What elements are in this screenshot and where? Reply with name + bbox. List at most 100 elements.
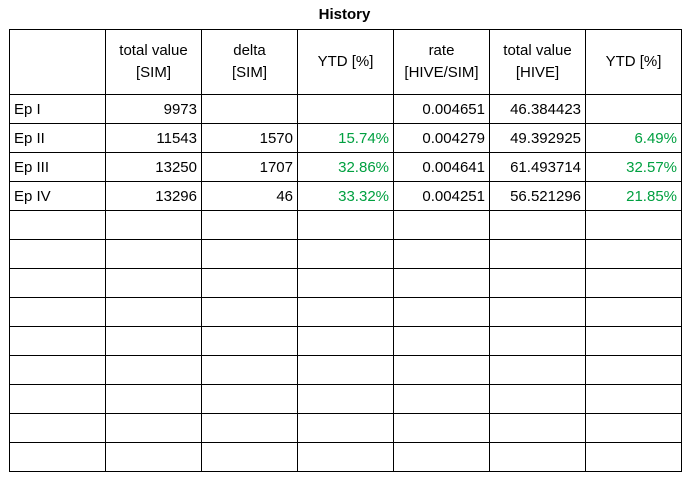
- empty-cell[interactable]: [9, 442, 106, 472]
- empty-cell[interactable]: [393, 268, 490, 298]
- empty-cell[interactable]: [297, 326, 394, 356]
- empty-cell[interactable]: [105, 384, 202, 414]
- empty-cell[interactable]: [9, 326, 106, 356]
- header-total-value-hive[interactable]: total value [HIVE]: [489, 29, 586, 95]
- ytd-sim-cell[interactable]: [297, 94, 394, 124]
- empty-cell[interactable]: [105, 413, 202, 443]
- empty-cell[interactable]: [201, 442, 298, 472]
- header-ytd-hive[interactable]: YTD [%]: [585, 29, 682, 95]
- empty-cell[interactable]: [393, 384, 490, 414]
- empty-cell[interactable]: [201, 413, 298, 443]
- header-corner-cell[interactable]: [9, 29, 106, 95]
- empty-cell[interactable]: [105, 239, 202, 269]
- total-hive-cell[interactable]: 56.521296: [489, 181, 586, 211]
- empty-cell[interactable]: [393, 210, 490, 240]
- ytd-hive-cell[interactable]: [585, 94, 682, 124]
- empty-cell[interactable]: [297, 442, 394, 472]
- empty-cell[interactable]: [297, 413, 394, 443]
- empty-cell[interactable]: [489, 268, 586, 298]
- empty-cell[interactable]: [105, 268, 202, 298]
- empty-cell[interactable]: [489, 210, 586, 240]
- ytd-sim-cell[interactable]: 33.32%: [297, 181, 394, 211]
- empty-cell[interactable]: [9, 210, 106, 240]
- rate-cell[interactable]: 0.004279: [393, 123, 490, 153]
- empty-cell[interactable]: [201, 384, 298, 414]
- ytd-hive-cell[interactable]: 21.85%: [585, 181, 682, 211]
- empty-cell[interactable]: [297, 355, 394, 385]
- empty-cell[interactable]: [297, 210, 394, 240]
- empty-cell[interactable]: [393, 413, 490, 443]
- empty-cell[interactable]: [585, 239, 682, 269]
- empty-cell[interactable]: [201, 239, 298, 269]
- empty-cell[interactable]: [585, 442, 682, 472]
- ytd-sim-cell[interactable]: 15.74%: [297, 123, 394, 153]
- empty-cell[interactable]: [489, 413, 586, 443]
- empty-cell[interactable]: [489, 355, 586, 385]
- empty-cell[interactable]: [393, 297, 490, 327]
- total-sim-cell[interactable]: 9973: [105, 94, 202, 124]
- row-label-cell[interactable]: Ep I: [9, 94, 106, 124]
- empty-cell[interactable]: [201, 297, 298, 327]
- empty-cell[interactable]: [489, 239, 586, 269]
- total-hive-cell[interactable]: 61.493714: [489, 152, 586, 182]
- empty-cell[interactable]: [585, 297, 682, 327]
- delta-sim-cell[interactable]: [201, 94, 298, 124]
- empty-cell[interactable]: [585, 210, 682, 240]
- header-ytd-sim[interactable]: YTD [%]: [297, 29, 394, 95]
- empty-cell[interactable]: [489, 297, 586, 327]
- delta-sim-cell[interactable]: 1707: [201, 152, 298, 182]
- empty-cell[interactable]: [585, 355, 682, 385]
- empty-cell[interactable]: [489, 326, 586, 356]
- rate-cell[interactable]: 0.004651: [393, 94, 490, 124]
- empty-table-row: [9, 239, 682, 269]
- empty-cell[interactable]: [105, 210, 202, 240]
- empty-cell[interactable]: [9, 297, 106, 327]
- empty-cell[interactable]: [489, 384, 586, 414]
- empty-cell[interactable]: [105, 297, 202, 327]
- header-delta-sim[interactable]: delta [SIM]: [201, 29, 298, 95]
- total-sim-cell[interactable]: 13296: [105, 181, 202, 211]
- empty-cell[interactable]: [9, 384, 106, 414]
- empty-cell[interactable]: [9, 239, 106, 269]
- empty-cell[interactable]: [201, 326, 298, 356]
- total-sim-cell[interactable]: 13250: [105, 152, 202, 182]
- header-rate[interactable]: rate [HIVE/SIM]: [393, 29, 490, 95]
- ytd-hive-cell[interactable]: 32.57%: [585, 152, 682, 182]
- total-hive-cell[interactable]: 46.384423: [489, 94, 586, 124]
- empty-cell[interactable]: [9, 355, 106, 385]
- ytd-sim-cell[interactable]: 32.86%: [297, 152, 394, 182]
- empty-cell[interactable]: [201, 210, 298, 240]
- empty-cell[interactable]: [585, 326, 682, 356]
- delta-sim-cell[interactable]: 46: [201, 181, 298, 211]
- empty-cell[interactable]: [393, 326, 490, 356]
- empty-cell[interactable]: [105, 355, 202, 385]
- ytd-hive-cell[interactable]: 6.49%: [585, 123, 682, 153]
- delta-sim-cell[interactable]: 1570: [201, 123, 298, 153]
- empty-cell[interactable]: [9, 268, 106, 298]
- total-sim-cell[interactable]: 11543: [105, 123, 202, 153]
- header-total-value-sim[interactable]: total value [SIM]: [105, 29, 202, 95]
- empty-cell[interactable]: [201, 355, 298, 385]
- empty-cell[interactable]: [105, 442, 202, 472]
- empty-cell[interactable]: [489, 442, 586, 472]
- empty-cell[interactable]: [393, 355, 490, 385]
- empty-cell[interactable]: [585, 268, 682, 298]
- empty-cell[interactable]: [393, 442, 490, 472]
- row-label-cell[interactable]: Ep II: [9, 123, 106, 153]
- empty-cell[interactable]: [105, 326, 202, 356]
- empty-cell[interactable]: [585, 413, 682, 443]
- empty-cell[interactable]: [297, 297, 394, 327]
- row-label-cell[interactable]: Ep IV: [9, 181, 106, 211]
- empty-cell[interactable]: [393, 239, 490, 269]
- empty-cell[interactable]: [297, 384, 394, 414]
- total-hive-cell[interactable]: 49.392925: [489, 123, 586, 153]
- empty-cell[interactable]: [297, 239, 394, 269]
- empty-cell[interactable]: [585, 384, 682, 414]
- empty-cell[interactable]: [201, 268, 298, 298]
- rate-cell[interactable]: 0.004251: [393, 181, 490, 211]
- empty-cell[interactable]: [297, 268, 394, 298]
- row-label-cell[interactable]: Ep III: [9, 152, 106, 182]
- rate-cell[interactable]: 0.004641: [393, 152, 490, 182]
- empty-table-row: [9, 297, 682, 327]
- empty-cell[interactable]: [9, 413, 106, 443]
